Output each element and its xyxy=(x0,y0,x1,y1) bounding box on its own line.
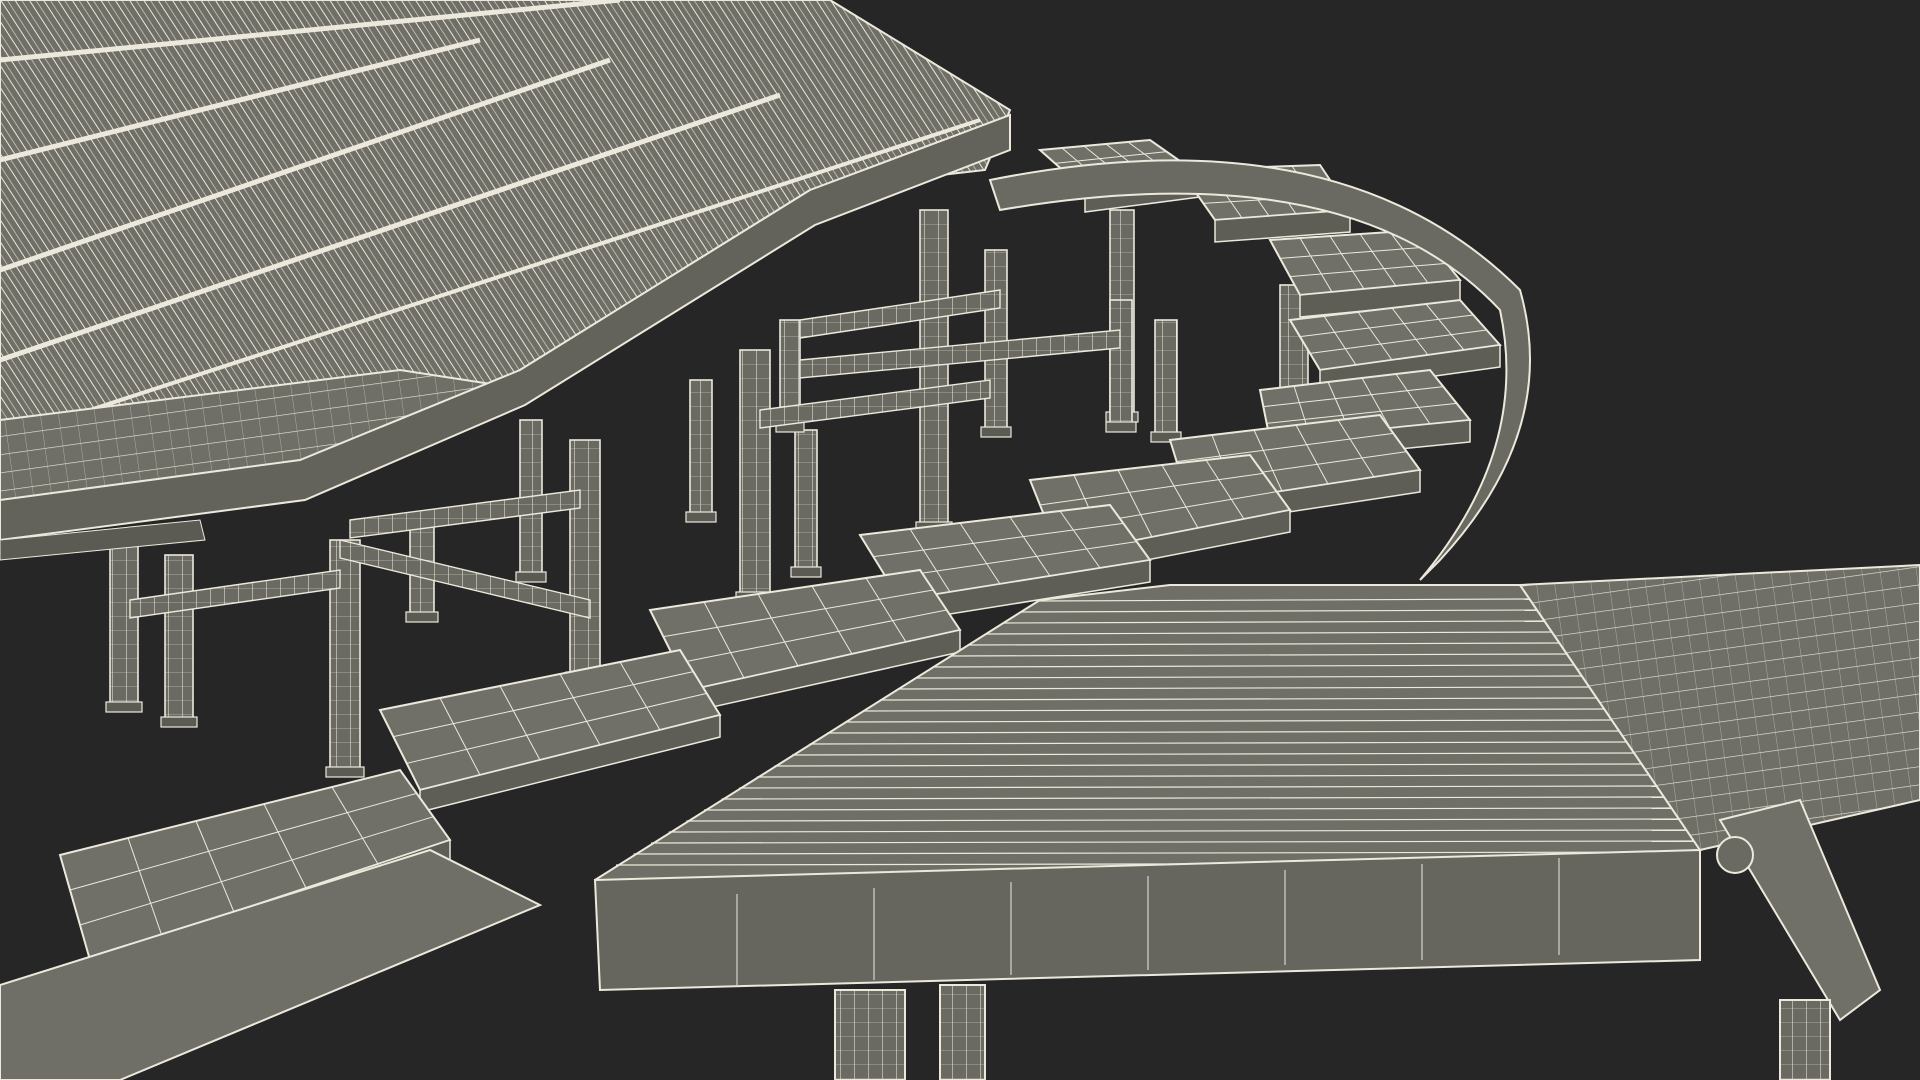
support-leg xyxy=(919,209,949,531)
leg-foot xyxy=(325,766,365,778)
leg-foot xyxy=(515,571,547,583)
support-leg xyxy=(1109,299,1133,431)
leg-foot xyxy=(685,511,717,523)
support-leg xyxy=(569,439,601,681)
support-leg xyxy=(1154,319,1178,441)
support-leg xyxy=(794,429,818,576)
support-leg xyxy=(164,554,194,726)
leg-foot xyxy=(105,701,143,713)
support-leg xyxy=(739,349,771,601)
support-leg xyxy=(689,379,713,521)
leg-foot xyxy=(405,611,439,623)
leg-foot xyxy=(790,566,822,578)
leg-foot xyxy=(160,716,198,728)
leg-foot xyxy=(980,426,1012,438)
conveyor-wireframe-scene xyxy=(0,0,1920,1080)
support-leg xyxy=(109,539,139,711)
leg-foot xyxy=(1105,421,1137,433)
